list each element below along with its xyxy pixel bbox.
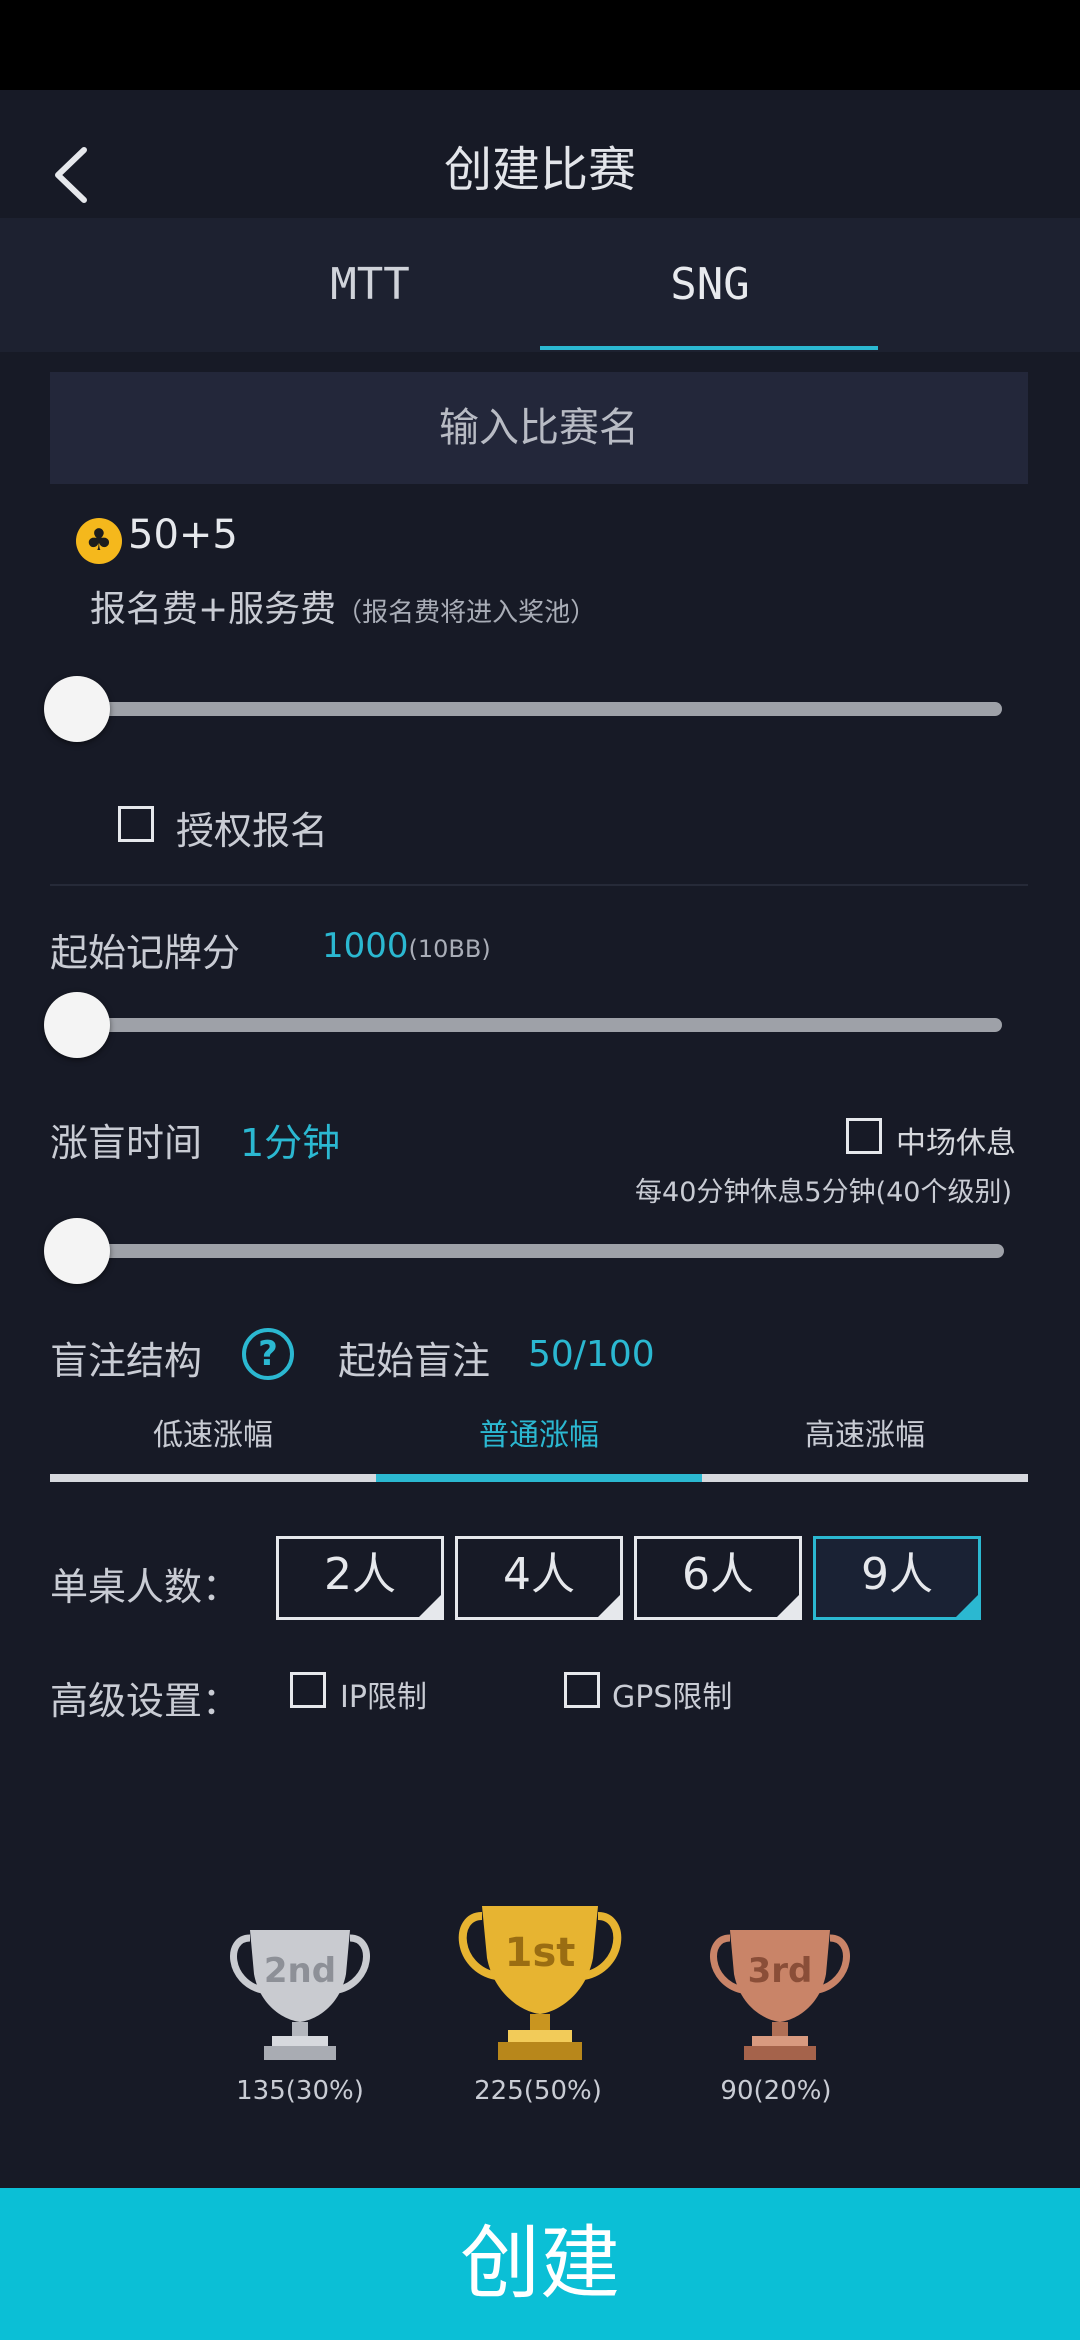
break-checkbox[interactable] <box>846 1118 882 1154</box>
ip-limit-label: IP限制 <box>340 1680 427 1715</box>
blind-time-slider-thumb[interactable] <box>44 1218 110 1284</box>
starting-chips-slider-thumb[interactable] <box>44 992 110 1058</box>
seat-option-label: 2人 <box>324 1549 396 1600</box>
third-prize-amount: 90(20%) <box>720 2076 832 2106</box>
starting-chips-value: 1000 <box>322 926 409 966</box>
create-button[interactable]: 创建 <box>0 2188 1080 2340</box>
authorize-label: 授权报名 <box>176 809 329 853</box>
authorize-checkbox[interactable] <box>118 806 154 842</box>
starting-chips-slider-track[interactable] <box>60 1018 1002 1032</box>
blind-time-value: 1分钟 <box>240 1121 341 1165</box>
seat-option-9[interactable]: 9人 <box>813 1536 981 1620</box>
blind-time-label: 涨盲时间 <box>50 1121 203 1165</box>
advanced-label: 高级设置： <box>50 1679 241 1723</box>
seat-option-2[interactable]: 2人 <box>276 1536 444 1620</box>
break-note: 每40分钟休息5分钟(40个级别) <box>635 1177 1012 1208</box>
blind-structure-label: 盲注结构 <box>50 1339 203 1383</box>
silver-trophy-rank: 2nd <box>264 1951 336 1991</box>
seat-option-4[interactable]: 4人 <box>455 1536 623 1620</box>
break-label: 中场休息 <box>896 1126 1016 1161</box>
fee-slider-track[interactable] <box>60 702 1002 716</box>
seats-label: 单桌人数： <box>50 1565 241 1609</box>
speed-option-normal[interactable]: 普通涨幅 <box>376 1410 702 1454</box>
fee-slider-thumb[interactable] <box>44 676 110 742</box>
second-prize-amount: 135(30%) <box>236 2076 364 2106</box>
starting-chips-label: 起始记牌分 <box>50 931 241 975</box>
seat-option-label: 6人 <box>682 1549 754 1600</box>
gps-limit-label: GPS限制 <box>612 1680 733 1715</box>
fee-value: 50+5 <box>128 512 238 558</box>
gold-trophy-rank: 1st <box>505 1930 576 1976</box>
speed-active-indicator <box>376 1474 702 1482</box>
bronze-trophy-icon: 3rd <box>710 1930 850 2060</box>
help-icon[interactable]: ? <box>242 1328 294 1380</box>
seat-option-label: 4人 <box>503 1549 575 1600</box>
speed-option-fast[interactable]: 高速涨幅 <box>702 1410 1028 1454</box>
start-blind-label: 起始盲注 <box>338 1339 491 1383</box>
page-title: 创建比赛 <box>443 142 636 198</box>
tab-mtt[interactable]: MTT <box>200 218 540 352</box>
tab-bar: MTT SNG <box>0 218 1080 352</box>
status-bar <box>0 0 1080 90</box>
start-blind-value: 50/100 <box>528 1334 655 1375</box>
divider <box>50 884 1028 886</box>
first-prize-amount: 225(50%) <box>474 2076 602 2106</box>
fee-label-text: 报名费+服务费 <box>90 589 337 630</box>
fee-note: （报名费将进入奖池） <box>336 598 597 628</box>
blind-time-slider-track[interactable] <box>60 1244 1004 1258</box>
seat-option-label: 9人 <box>861 1549 933 1600</box>
bronze-trophy-rank: 3rd <box>748 1951 813 1991</box>
gps-limit-checkbox[interactable] <box>564 1672 600 1708</box>
club-coin-icon: ♣ <box>76 518 122 564</box>
fee-label: 报名费+服务费（报名费将进入奖池） <box>90 580 596 632</box>
gold-trophy-icon: 1st <box>458 1906 622 2060</box>
seat-option-6[interactable]: 6人 <box>634 1536 802 1620</box>
header: 创建比赛 <box>0 90 1080 218</box>
silver-trophy-icon: 2nd <box>230 1930 370 2060</box>
starting-chips-value-group: 1000(10BB) <box>322 926 491 966</box>
tab-sng[interactable]: SNG <box>540 218 880 352</box>
ip-limit-checkbox[interactable] <box>290 1672 326 1708</box>
match-name-input[interactable] <box>50 372 1028 484</box>
speed-option-slow[interactable]: 低速涨幅 <box>50 1410 376 1454</box>
tab-active-indicator <box>540 346 878 350</box>
starting-chips-note: (10BB) <box>408 935 491 963</box>
